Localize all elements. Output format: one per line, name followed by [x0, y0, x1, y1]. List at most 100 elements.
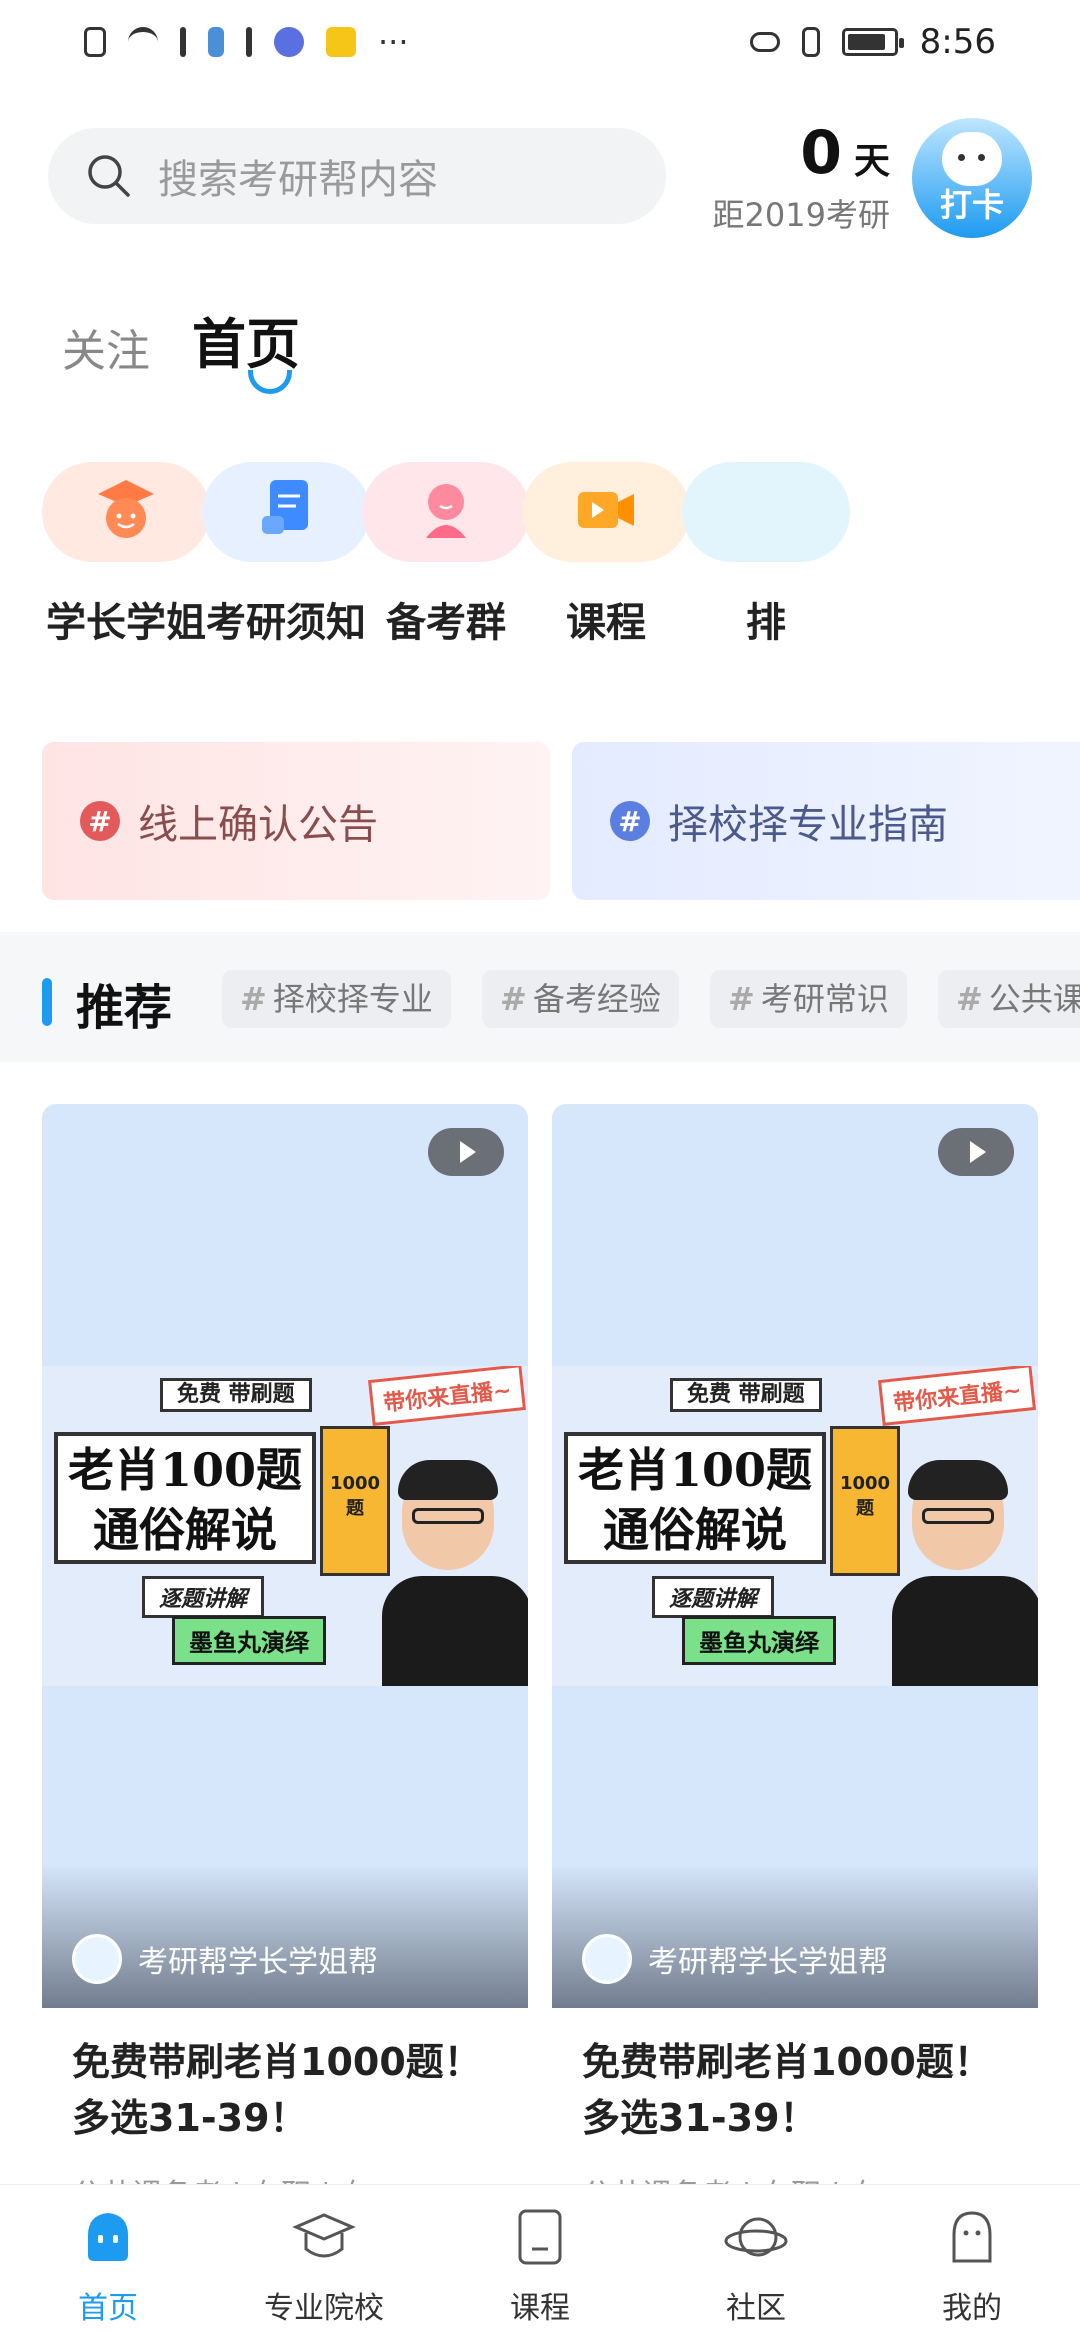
quick-entry-bg	[682, 462, 850, 562]
presenter-hair	[908, 1460, 1008, 1500]
wifi-icon	[128, 27, 158, 57]
topic-chip[interactable]: # 择校择专业	[222, 970, 451, 1028]
hashtag-icon: #	[610, 801, 650, 841]
card-meta: 公共课备考 | 在职 | 在	[582, 2170, 880, 2184]
author[interactable]: 考研帮学长学姐帮	[582, 1934, 888, 1984]
author[interactable]: 考研帮学长学姐帮	[72, 1934, 378, 1984]
poster-title-line: 通俗解说	[603, 1503, 787, 1557]
hashtag-icon: #	[500, 980, 527, 1018]
tab-follow[interactable]: 关注	[62, 315, 150, 379]
feed-card[interactable]: 免费 带刷题 带你来直播~ 老肖100题 通俗解说 逐题讲解 墨鱼丸演绎 100…	[552, 1104, 1038, 2184]
topic-chip[interactable]: # 公共课	[938, 970, 1080, 1028]
hashtag-icon: #	[240, 980, 267, 1018]
profile-icon	[952, 2211, 992, 2263]
poster-title-line: 老肖100题	[577, 1443, 813, 1497]
quick-entry-bg	[362, 462, 530, 562]
mascot-icon	[942, 132, 1002, 186]
poster-tag: 免费 带刷题	[670, 1378, 822, 1412]
countdown-caption: 距2019考研	[712, 196, 890, 234]
poster-subtitle: 逐题讲解	[652, 1576, 775, 1618]
poster-sticker: 带你来直播~	[877, 1366, 1036, 1426]
topic-chip[interactable]: # 备考经验	[482, 970, 679, 1028]
play-icon[interactable]	[938, 1128, 1014, 1176]
countdown-number: 0	[800, 118, 842, 188]
feed-card[interactable]: 免费 带刷题 带你来直播~ 老肖100题 通俗解说 逐题讲解 墨鱼丸演绎 100…	[42, 1104, 528, 2184]
planet-icon	[724, 2217, 788, 2257]
presenter-image	[892, 1460, 1038, 1686]
poster-image: 免费 带刷题 带你来直播~ 老肖100题 通俗解说 逐题讲解 墨鱼丸演绎 100…	[552, 1366, 1038, 1686]
section-accent-bar	[42, 978, 52, 1026]
nav-label: 专业院校	[264, 2291, 384, 2326]
chip-label: 公共课	[988, 980, 1080, 1018]
presenter-body	[892, 1576, 1038, 1686]
sim-icon	[84, 27, 106, 57]
play-icon[interactable]	[428, 1128, 504, 1176]
poster-title-line: 老肖100题	[67, 1443, 303, 1497]
hashtag-icon: #	[80, 801, 120, 841]
home-icon	[88, 2213, 128, 2261]
nav-community[interactable]: 社区	[648, 2185, 864, 2340]
quick-entry-bg	[42, 462, 210, 562]
topic-chip[interactable]: # 考研常识	[710, 970, 907, 1028]
status-icons-left: ···	[84, 23, 409, 61]
poster-sticker: 带你来直播~	[367, 1366, 526, 1426]
quick-entry-partial[interactable]: 排	[666, 462, 866, 648]
recommend-title: 推荐	[76, 980, 173, 1036]
book-text: 1000题	[839, 1473, 891, 1519]
author-name: 考研帮学长学姐帮	[648, 1945, 888, 1980]
chip-label: 备考经验	[532, 980, 661, 1018]
card-title: 免费带刷老肖1000题！多选31-39！	[582, 2040, 992, 2140]
book-image: 1000题	[830, 1426, 900, 1576]
nav-label: 首页	[78, 2291, 138, 2326]
poster-green-tag: 墨鱼丸演绎	[682, 1616, 836, 1665]
nav-home[interactable]: 首页	[0, 2185, 216, 2340]
hashtag-icon: #	[728, 980, 755, 1018]
video-icon	[578, 492, 634, 528]
graduation-cap-icon	[292, 2213, 356, 2258]
exam-countdown[interactable]: 0天 距2019考研	[690, 118, 890, 236]
presenter-hair	[398, 1460, 498, 1500]
eye-comfort-icon	[749, 32, 780, 52]
weibo-icon	[326, 27, 356, 57]
nav-profile[interactable]: 我的	[864, 2185, 1080, 2340]
nav-label: 社区	[726, 2291, 786, 2326]
presenter-image	[382, 1460, 528, 1686]
checkin-button[interactable]: 打卡	[912, 118, 1032, 238]
notice-school-guide[interactable]: # 择校择专业指南	[572, 742, 1080, 900]
poster-title: 老肖100题 通俗解说	[54, 1432, 316, 1564]
top-tabs: 关注 首页	[62, 300, 300, 379]
nav-label: 我的	[942, 2291, 1002, 2326]
quick-entry-bg	[202, 462, 370, 562]
countdown-unit: 天	[853, 141, 890, 182]
quick-entry-row: 学长学姐 考研须知 备考群 课程 排	[0, 462, 1080, 662]
chip-label: 考研常识	[760, 980, 889, 1018]
graduation-cap-icon	[98, 480, 154, 538]
status-time: 8:56	[919, 22, 996, 62]
quick-entry-label: 排	[746, 600, 786, 646]
group-avatar-icon	[426, 484, 466, 538]
status-icons-right: 8:56	[749, 22, 996, 62]
nav-schools[interactable]: 专业院校	[216, 2185, 432, 2340]
status-bar: ··· 8:56	[0, 0, 1080, 84]
document-icon	[262, 480, 308, 534]
search-input[interactable]: 搜索考研帮内容	[48, 128, 666, 224]
nav-courses[interactable]: 课程	[432, 2185, 648, 2340]
presenter-glasses	[412, 1508, 484, 1524]
quick-entry-bg	[522, 462, 690, 562]
course-icon	[518, 2209, 562, 2265]
notice-label: 择校择专业指南	[668, 802, 948, 848]
poster-subtitle: 逐题讲解	[142, 1576, 265, 1618]
more-notifications-icon: ···	[378, 23, 409, 61]
poster-title: 老肖100题 通俗解说	[564, 1432, 826, 1564]
poster-green-tag: 墨鱼丸演绎	[172, 1616, 326, 1665]
book-text: 1000题	[329, 1473, 381, 1519]
battery-icon	[841, 28, 904, 56]
tab-home[interactable]: 首页	[192, 300, 300, 379]
loading-indicator	[248, 370, 292, 394]
battery-saver-icon	[208, 27, 224, 57]
music-app-icon	[274, 27, 304, 57]
vibrate-icon	[801, 27, 820, 57]
notice-online-confirm[interactable]: # 线上确认公告	[42, 742, 550, 900]
battery-level	[847, 34, 885, 50]
poster-image: 免费 带刷题 带你来直播~ 老肖100题 通俗解说 逐题讲解 墨鱼丸演绎 100…	[42, 1366, 528, 1686]
